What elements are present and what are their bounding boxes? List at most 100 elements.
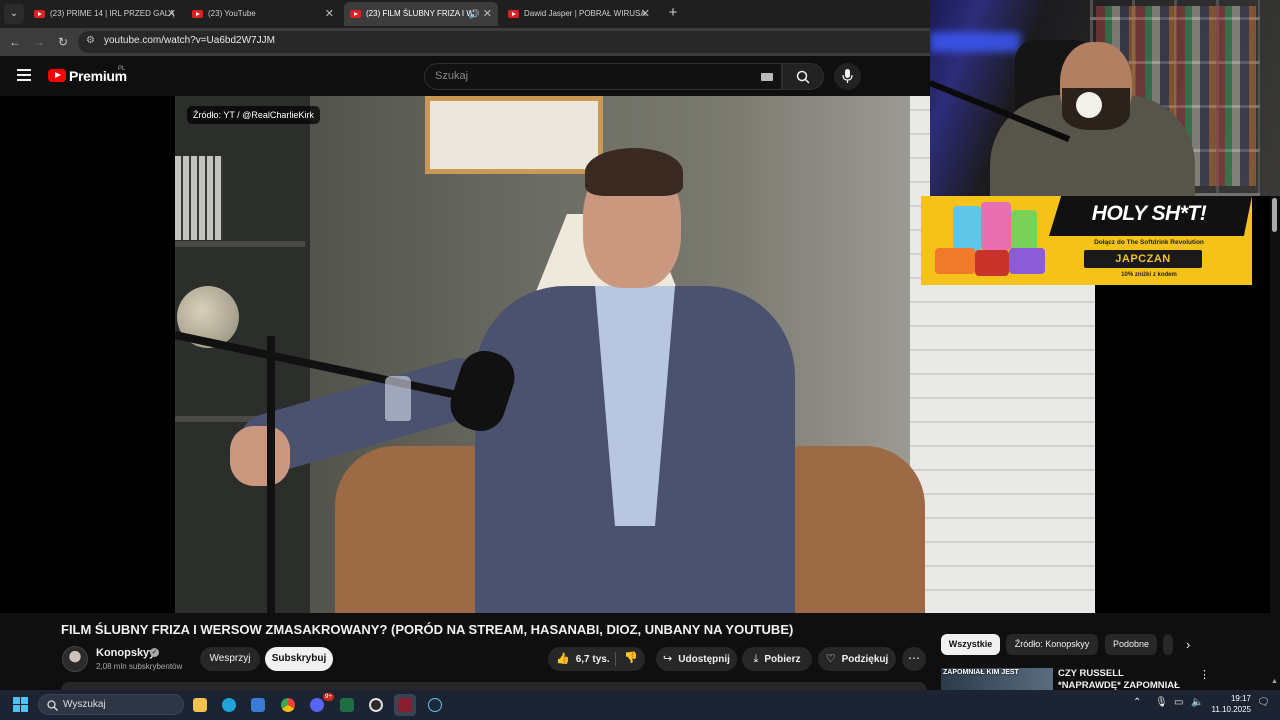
drink-cans-image bbox=[935, 200, 1045, 280]
microphone-tray-icon[interactable]: 🎙 bbox=[1155, 697, 1168, 708]
close-tab-icon[interactable]: ✕ bbox=[641, 2, 650, 26]
ad-discount: 10% zniżki z kodem bbox=[1121, 272, 1177, 278]
kebab-menu-icon[interactable]: ⋮ bbox=[1199, 668, 1210, 681]
clock-date[interactable]: 11.10.2025 bbox=[1210, 705, 1251, 714]
webcam-overlay bbox=[930, 0, 1280, 196]
download-button[interactable]: ⤓ Pobierz bbox=[742, 647, 812, 671]
share-icon: ↪ bbox=[663, 653, 673, 665]
share-label: Udostępnij bbox=[678, 654, 730, 665]
thumbnail-text: ZAPOMNIAŁ KIM JEST bbox=[943, 669, 1019, 676]
menu-icon[interactable] bbox=[17, 69, 31, 81]
recommendation-thumbnail[interactable]: ZAPOMNIAŁ KIM JEST bbox=[941, 668, 1053, 690]
back-arrow-icon[interactable]: ← bbox=[6, 33, 24, 51]
address-bar[interactable]: ⚙ youtube.com/watch?v=Ua6bd2W7JJM bbox=[78, 31, 978, 53]
search-button[interactable] bbox=[782, 63, 824, 90]
windows-start-icon[interactable] bbox=[13, 697, 29, 713]
thanks-heart-icon: ♡ bbox=[825, 653, 836, 665]
edge-app[interactable] bbox=[218, 694, 240, 716]
channel-name[interactable]: Konopskyy bbox=[96, 647, 155, 659]
ad-promo-code: JAPCZAN bbox=[1115, 253, 1171, 265]
youtube-favicon-icon bbox=[192, 10, 203, 18]
thanks-button[interactable]: ♡ Podziękuj bbox=[818, 647, 896, 671]
excel-icon bbox=[340, 698, 354, 712]
volume-icon[interactable]: 🔈 bbox=[1191, 697, 1203, 708]
tab-youtube[interactable]: (23) YouTube ✕ bbox=[186, 2, 340, 26]
chevron-right-icon[interactable]: › bbox=[1186, 637, 1200, 653]
youtube-favicon-icon bbox=[508, 10, 519, 18]
site-info-icon[interactable]: ⚙ bbox=[86, 35, 95, 46]
forward-arrow-icon[interactable]: → bbox=[30, 33, 48, 51]
recommendation-title[interactable]: CZY RUSSELL *NAPRAWDĘ* ZAPOMNIAŁ KIM JES… bbox=[1058, 668, 1188, 690]
chrome-app[interactable] bbox=[277, 694, 299, 716]
edge-icon bbox=[222, 698, 236, 712]
file-explorer-app[interactable] bbox=[189, 694, 211, 716]
tab-label: Dawid Jasper | POBRAŁ WIRUSA bbox=[524, 9, 646, 18]
search-icon bbox=[47, 700, 58, 711]
ad-subline: Dołącz do The Softdrink Revolution bbox=[1094, 239, 1204, 246]
tab-prime-14[interactable]: (23) PRIME 14 | IRL PRZED GALĄ ✕ bbox=[28, 2, 182, 26]
chip-related[interactable]: Podobne bbox=[1105, 634, 1157, 655]
streaming-app[interactable] bbox=[394, 694, 416, 716]
steam-icon bbox=[428, 698, 442, 712]
tab-film-slubny[interactable]: (23) FILM ŚLUBNY FRIZA I W 🔊 ✕ bbox=[344, 2, 498, 26]
thumbs-down-icon[interactable]: 👎 bbox=[624, 651, 638, 664]
search-input[interactable]: Szukaj bbox=[424, 63, 782, 90]
share-button[interactable]: ↪ Udostępnij bbox=[656, 647, 737, 671]
store-icon bbox=[251, 698, 265, 712]
ad-headline: HOLY SH*T! bbox=[1091, 202, 1207, 225]
chip-source-channel[interactable]: Źródło: Konopskyy bbox=[1006, 634, 1098, 655]
page-scrollbar[interactable] bbox=[1270, 196, 1280, 690]
network-icon[interactable]: ▭ bbox=[1174, 697, 1183, 708]
region-code: PL bbox=[118, 66, 126, 72]
video-title: FILM ŚLUBNY FRIZA I WERSOW ZMASAKROWANY?… bbox=[61, 622, 794, 637]
taskbar-search-input[interactable]: Wyszukaj bbox=[38, 694, 184, 715]
new-tab-button[interactable]: + bbox=[664, 4, 682, 22]
youtube-logo-icon[interactable] bbox=[48, 69, 66, 82]
speaker-icon[interactable]: 🔊 bbox=[469, 2, 480, 26]
chip-more[interactable] bbox=[1163, 634, 1173, 655]
sponsor-banner: HOLY SH*T! Dołącz do The Softdrink Revol… bbox=[921, 196, 1252, 285]
url-text: youtube.com/watch?v=Ua6bd2W7JJM bbox=[104, 35, 275, 46]
scrollbar-thumb[interactable] bbox=[1272, 198, 1277, 232]
description-box[interactable] bbox=[61, 682, 927, 690]
channel-avatar[interactable] bbox=[62, 646, 88, 672]
more-actions-icon[interactable]: ⋯ bbox=[902, 647, 926, 671]
notifications-icon[interactable]: 🗨 bbox=[1257, 697, 1270, 708]
close-tab-icon[interactable]: ✕ bbox=[483, 2, 492, 26]
bookshelf-image bbox=[175, 156, 223, 240]
download-icon: ⤓ bbox=[753, 653, 759, 665]
thumbs-up-icon[interactable]: 👍 bbox=[556, 647, 570, 671]
chip-all[interactable]: Wszystkie bbox=[941, 634, 1000, 655]
app-icon bbox=[398, 698, 412, 712]
scroll-down-icon[interactable]: ▲ bbox=[1271, 678, 1278, 685]
close-tab-icon[interactable]: ✕ bbox=[167, 2, 176, 26]
search-placeholder: Szukaj bbox=[435, 70, 469, 82]
download-label: Pobierz bbox=[764, 654, 801, 665]
cup-image bbox=[1076, 92, 1102, 118]
tab-dawid-jasper[interactable]: Dawid Jasper | POBRAŁ WIRUSA ✕ bbox=[502, 2, 656, 26]
keyboard-icon[interactable] bbox=[761, 73, 773, 81]
tab-label: (23) FILM ŚLUBNY FRIZA I W bbox=[366, 9, 474, 18]
store-app[interactable] bbox=[247, 694, 269, 716]
clock-time[interactable]: 19:17 bbox=[1226, 694, 1251, 703]
wall-picture-image bbox=[425, 96, 603, 174]
discord-badge: 9+ bbox=[323, 693, 334, 701]
excel-app[interactable] bbox=[336, 694, 358, 716]
steam-app[interactable] bbox=[424, 694, 446, 716]
youtube-favicon-icon bbox=[350, 10, 361, 18]
voice-search-button[interactable] bbox=[834, 63, 861, 90]
chevron-up-icon[interactable]: ⌃ bbox=[1133, 697, 1141, 708]
reload-icon[interactable]: ↻ bbox=[54, 33, 72, 51]
obs-app[interactable] bbox=[365, 694, 387, 716]
subscribe-button[interactable]: Subskrybuj bbox=[265, 647, 333, 671]
like-count[interactable]: 6,7 tys. bbox=[576, 654, 610, 665]
taskbar-search-placeholder: Wyszukaj bbox=[63, 699, 106, 710]
tab-search-button[interactable]: ⌄ bbox=[4, 4, 24, 24]
folder-icon bbox=[193, 698, 207, 712]
thanks-label: Podziękuj bbox=[841, 654, 889, 665]
search-icon bbox=[796, 70, 810, 84]
support-button[interactable]: Wesprzyj bbox=[200, 647, 260, 671]
water-bottle-image bbox=[385, 376, 411, 421]
close-tab-icon[interactable]: ✕ bbox=[325, 2, 334, 26]
obs-icon bbox=[369, 698, 383, 712]
